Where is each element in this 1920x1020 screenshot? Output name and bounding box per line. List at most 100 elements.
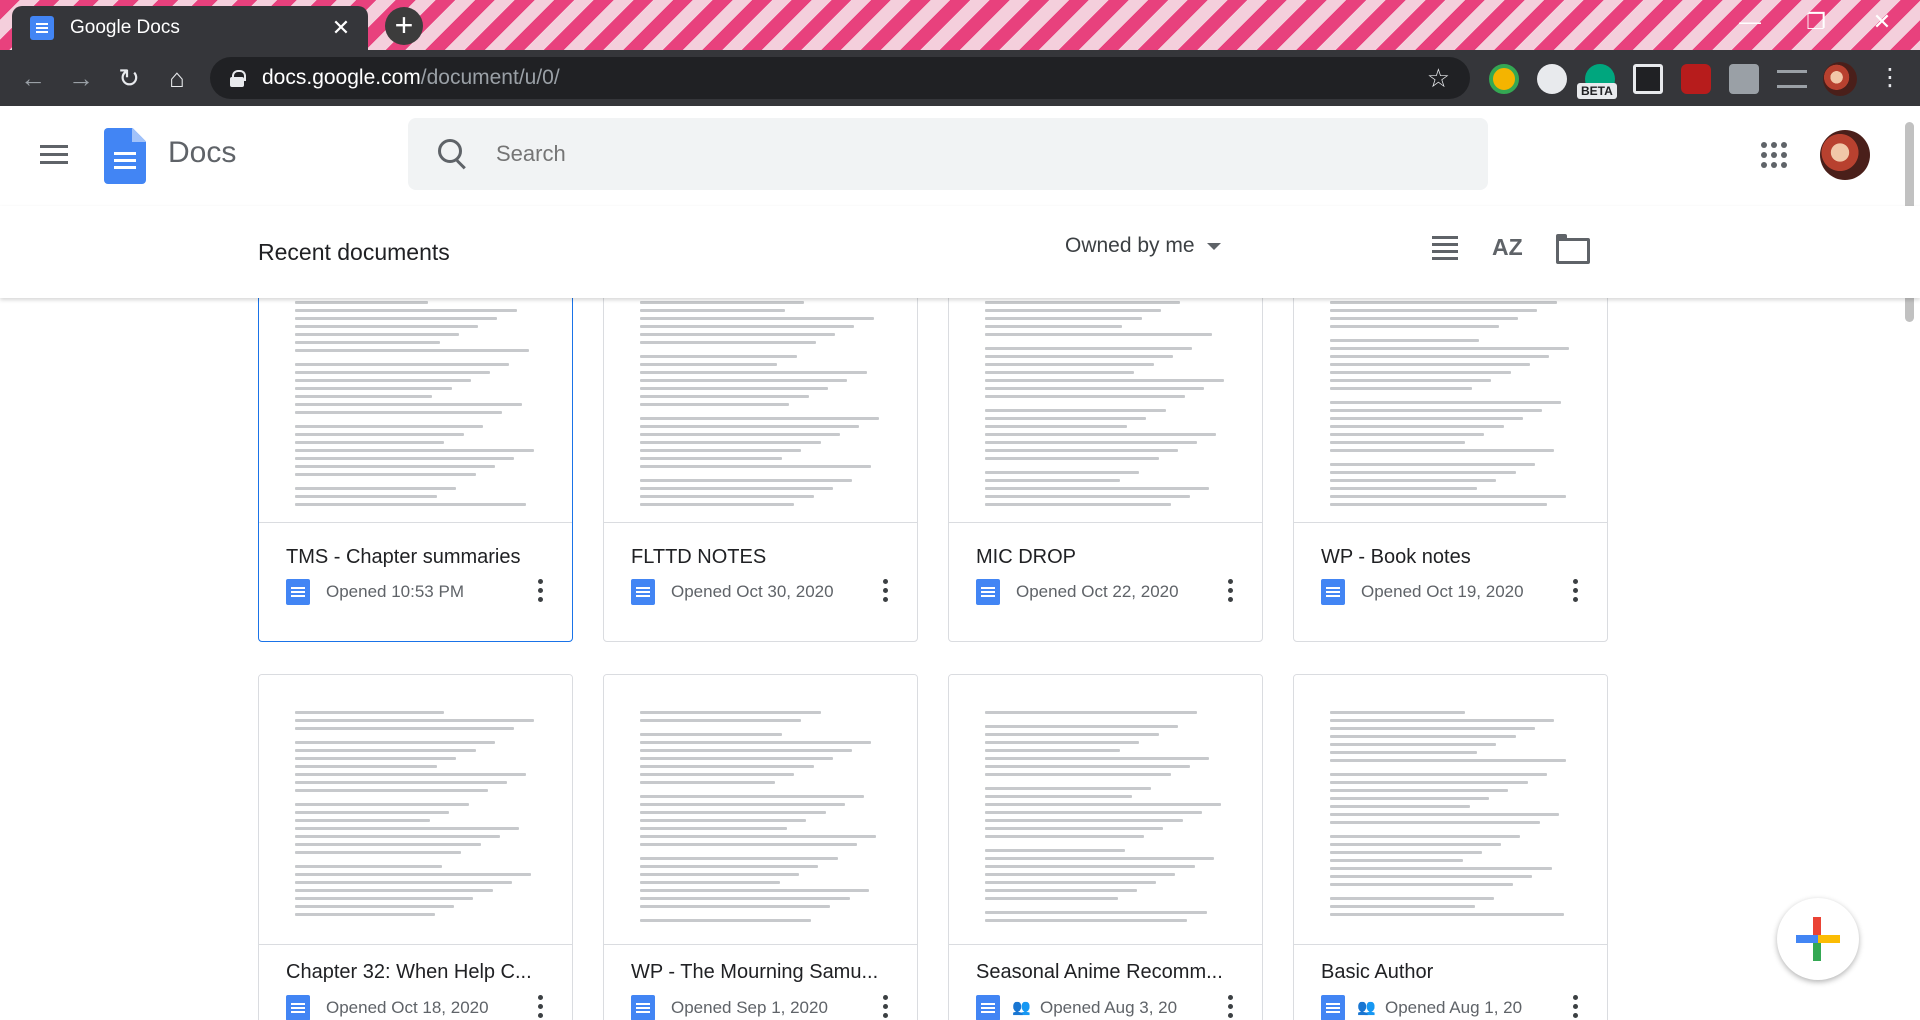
thumbnail-text-line [295, 441, 445, 444]
thumbnail-text-line [1330, 401, 1562, 404]
thumbnail-text-line [1330, 425, 1504, 428]
extension-globe-icon[interactable] [1489, 64, 1519, 94]
extensions-puzzle-icon[interactable] [1729, 64, 1759, 94]
extension-pinterest-icon[interactable] [1537, 64, 1567, 94]
minimize-icon[interactable]: — [1720, 4, 1780, 40]
address-bar[interactable]: docs.google.com/document/u/0/ ☆ [210, 57, 1470, 99]
thumbnail-text-line [640, 811, 826, 814]
main-menu-icon[interactable] [40, 145, 68, 165]
thumbnail-text-line [640, 433, 841, 436]
thumbnail-text-line [985, 479, 1120, 482]
docs-appbar: Docs [0, 106, 1920, 206]
thumbnail-text-line [295, 465, 496, 468]
reload-icon[interactable]: ↻ [105, 54, 153, 102]
thumbnail-text-line [985, 911, 1207, 914]
thumbnail-text-line [295, 341, 440, 344]
thumbnail-text-line [640, 355, 797, 358]
thumbnail-text-line [295, 425, 483, 428]
document-card[interactable]: FLTTD NOTES Opened Oct 30, 2020 [603, 298, 918, 642]
thumbnail-text-line [640, 325, 855, 328]
thumbnail-text-line [985, 395, 1186, 398]
more-options-icon[interactable] [1573, 579, 1579, 605]
thumbnail-text-line [1330, 433, 1485, 436]
more-options-icon[interactable] [538, 995, 544, 1020]
document-title: WP - The Mourning Samu... [631, 961, 879, 983]
document-title: FLTTD NOTES [631, 546, 767, 568]
new-document-button[interactable] [1777, 898, 1859, 980]
media-queue-icon[interactable] [1777, 70, 1807, 88]
tab-google-docs[interactable]: Google Docs ✕ [12, 6, 368, 50]
home-icon[interactable]: ⌂ [153, 54, 201, 102]
more-options-icon[interactable] [1573, 995, 1579, 1020]
extension-document-icon[interactable] [1633, 64, 1663, 94]
document-card[interactable]: TMS - Chapter summaries Opened 10:53 PM [258, 298, 573, 642]
document-title: Chapter 32: When Help C... [286, 961, 532, 983]
thumbnail-text-line [1330, 843, 1502, 846]
profile-avatar-icon[interactable] [1823, 62, 1857, 96]
bookmark-star-icon[interactable]: ☆ [1427, 63, 1450, 94]
thumbnail-text-line [1330, 463, 1535, 466]
extension-ublock-icon[interactable] [1681, 64, 1711, 94]
list-view-icon[interactable] [1432, 232, 1462, 262]
thumbnail-text-line [1330, 363, 1531, 366]
document-card[interactable]: Chapter 32: When Help C... Opened Oct 18… [258, 674, 573, 1020]
document-card[interactable]: Basic Author 👥 Opened Aug 1, 20 [1293, 674, 1608, 1020]
thumbnail-text-line [985, 417, 1147, 420]
thumbnail-text-line [295, 905, 455, 908]
more-options-icon[interactable] [1228, 579, 1234, 605]
document-card[interactable]: MIC DROP Opened Oct 22, 2020 [948, 298, 1263, 642]
url-text: docs.google.com/document/u/0/ [262, 66, 560, 89]
new-tab-button[interactable]: + [385, 7, 423, 45]
docs-logo-icon[interactable] [104, 128, 146, 184]
thumbnail-text-line [1330, 379, 1492, 382]
thumbnail-text-line [1330, 835, 1521, 838]
opened-date: Opened Aug 1, 20 [1385, 998, 1523, 1017]
thumbnail-text-line [985, 873, 1176, 876]
document-thumbnail [1294, 675, 1607, 945]
search-bar[interactable] [408, 118, 1488, 190]
thumbnail-text-line [640, 371, 867, 374]
thumbnail-text-line [640, 441, 821, 444]
account-avatar[interactable] [1820, 130, 1870, 180]
owner-filter-dropdown[interactable]: Owned by me [1065, 234, 1221, 258]
thumbnail-text-line [640, 465, 872, 468]
thumbnail-text-line [1330, 883, 1514, 886]
more-options-icon[interactable] [883, 579, 889, 605]
more-options-icon[interactable] [1228, 995, 1234, 1020]
documents-grid: TMS - Chapter summaries Opened 10:53 PM … [0, 298, 1900, 1020]
document-card[interactable]: WP - Book notes Opened Oct 19, 2020 [1293, 298, 1608, 642]
thumbnail-text-line [985, 309, 1161, 312]
app-name[interactable]: Docs [168, 136, 236, 170]
thumbnail-text-line [985, 487, 1210, 490]
thumbnail-text-line [1330, 309, 1538, 312]
thumbnail-text-line [1330, 719, 1555, 722]
search-icon[interactable] [438, 139, 468, 169]
maximize-icon[interactable]: ❐ [1786, 4, 1846, 40]
opened-date: Opened Aug 3, 20 [1040, 998, 1178, 1017]
thumbnail-text-line [640, 395, 809, 398]
browser-menu-icon[interactable]: ⋮ [1866, 54, 1914, 102]
close-tab-icon[interactable]: ✕ [328, 15, 354, 41]
thumbnail-text-line [295, 789, 488, 792]
more-options-icon[interactable] [883, 995, 889, 1020]
thumbnail-text-line [985, 711, 1198, 714]
doc-file-icon [286, 579, 310, 605]
thumbnail-text-line [1330, 859, 1463, 862]
google-apps-icon[interactable] [1761, 142, 1787, 168]
search-input[interactable] [496, 141, 1396, 167]
forward-icon[interactable]: → [57, 54, 105, 102]
document-card[interactable]: Seasonal Anime Recomm... 👥 Opened Aug 3,… [948, 674, 1263, 1020]
thumbnail-text-line [640, 749, 853, 752]
thumbnail-text-line [295, 333, 459, 336]
window-close-icon[interactable]: ✕ [1852, 4, 1912, 40]
file-picker-folder-icon[interactable] [1556, 232, 1590, 264]
document-title: MIC DROP [976, 546, 1076, 568]
back-icon[interactable]: ← [9, 54, 57, 102]
browser-toolbar: ← → ↻ ⌂ docs.google.com/document/u/0/ ☆ … [0, 50, 1920, 106]
thumbnail-text-line [985, 317, 1142, 320]
document-card[interactable]: WP - The Mourning Samu... Opened Sep 1, … [603, 674, 918, 1020]
thumbnail-text-line [985, 827, 1164, 830]
thumbnail-text-line [295, 379, 471, 382]
sort-az-icon[interactable]: AZ [1492, 234, 1523, 264]
more-options-icon[interactable] [538, 579, 544, 605]
